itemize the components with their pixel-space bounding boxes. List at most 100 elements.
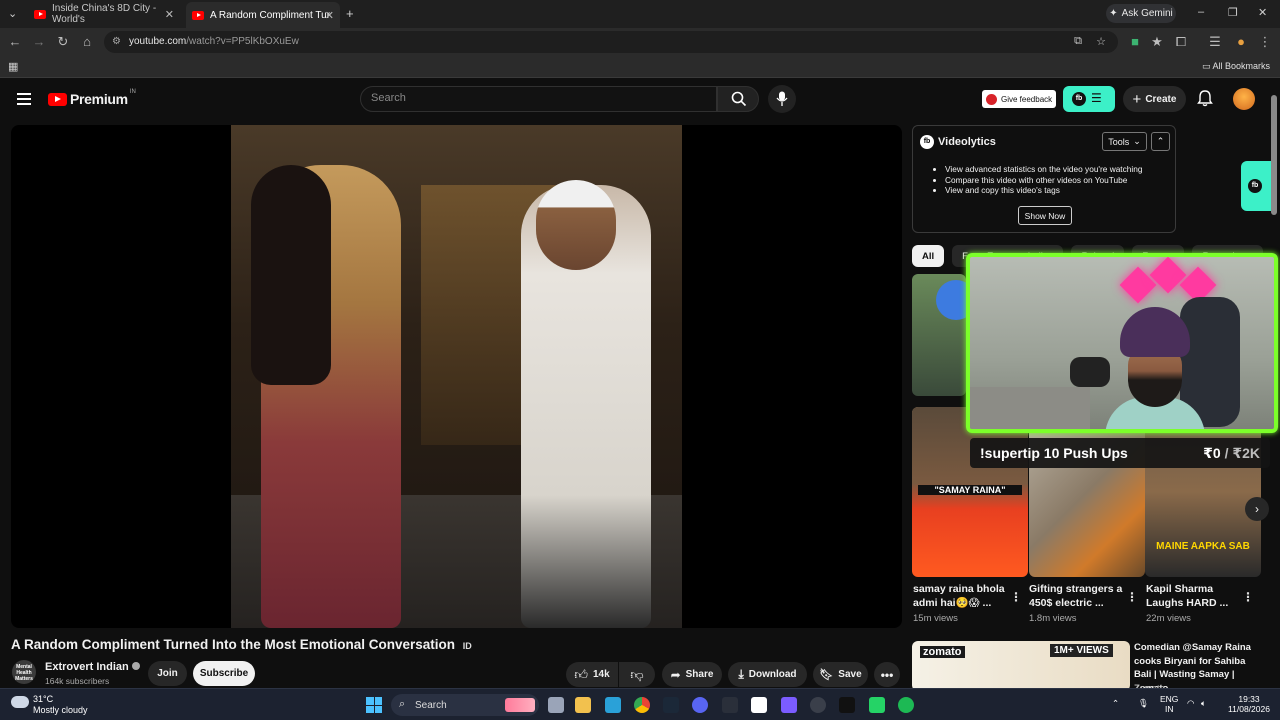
scrollbar-thumb[interactable] <box>1271 95 1277 215</box>
forward-icon[interactable]: → <box>31 35 47 49</box>
ask-gemini-button[interactable]: ✦ Ask Gemini <box>1106 4 1176 23</box>
country-code: IN <box>129 89 136 95</box>
all-bookmarks[interactable]: ▭ All Bookmarks <box>1202 61 1270 72</box>
notepad-icon[interactable] <box>605 697 621 713</box>
feedback-logo-icon <box>986 93 997 105</box>
tab-inside-china[interactable]: Inside China's 8D City - World's ✕ <box>28 3 180 25</box>
apps-grid-icon[interactable]: ▦ <box>8 60 18 73</box>
share-button[interactable]: ➦ Share <box>662 662 722 687</box>
tools-label: Tools <box>1108 136 1130 147</box>
microphone-icon <box>776 91 788 106</box>
title-badge: ID <box>462 641 472 651</box>
close-window-icon[interactable]: ✕ <box>1258 6 1267 19</box>
more-vertical-icon[interactable]: ⋮ <box>1010 590 1022 604</box>
thumbs-down-icon: 👎︎ <box>630 666 644 682</box>
join-button[interactable]: Join <box>148 661 187 686</box>
video-card-meta[interactable]: samay raina bhola admi hai🥺😱 ... 15m vie… <box>913 582 1013 624</box>
page-scrollbar[interactable] <box>1271 85 1277 685</box>
windows-start-icon[interactable] <box>366 697 382 713</box>
menu-icon[interactable] <box>17 93 31 108</box>
new-tab-icon[interactable]: + <box>346 6 354 21</box>
clock[interactable]: 19:33 11/08/2026 <box>1224 694 1274 714</box>
extension-icon[interactable]: ■ <box>1127 35 1143 49</box>
like-button[interactable]: 👍︎ 14k <box>566 662 618 687</box>
share-arrow-icon: ➦ <box>670 667 681 682</box>
reload-icon[interactable]: ↻ <box>55 35 71 49</box>
dislike-button[interactable]: 👎︎ <box>619 662 655 687</box>
spotify-icon[interactable] <box>898 697 914 713</box>
address-bar[interactable]: ⚙ youtube.com/watch?v=PP5lKbOXuEw ⧉ ☆ <box>104 31 1118 53</box>
profile-icon[interactable]: ● <box>1233 35 1249 49</box>
browser-tabstrip: ⌄ Inside China's 8D City - World's ✕ A R… <box>0 0 1280 28</box>
notifications-bell-icon[interactable] <box>1197 90 1213 112</box>
vidiq-side-tab[interactable]: fb <box>1241 161 1271 211</box>
steam-icon[interactable] <box>663 697 679 713</box>
tools-dropdown[interactable]: Tools ⌄ <box>1102 132 1147 151</box>
video-card-title: Kapil Sharma Laughs HARD ... <box>1146 583 1229 609</box>
chrome-icon[interactable] <box>634 697 650 713</box>
tab-search-icon[interactable]: ⌄ <box>8 7 17 20</box>
channel-name-text: Extrovert Indian <box>45 661 129 673</box>
back-icon[interactable]: ← <box>7 35 23 49</box>
channel-name[interactable]: Extrovert Indian <box>45 661 140 673</box>
reading-list-icon[interactable]: ☰ <box>1207 35 1223 49</box>
maximize-icon[interactable]: ❐ <box>1228 6 1238 19</box>
youtube-premium-logo[interactable]: Premium IN <box>48 89 136 107</box>
terminal-icon[interactable] <box>722 697 738 713</box>
create-button[interactable]: + Create <box>1123 86 1186 112</box>
task-view-icon[interactable] <box>548 697 564 713</box>
recommended-thumbnail[interactable] <box>912 274 966 396</box>
close-tab-icon[interactable]: ✕ <box>325 9 334 22</box>
close-tab-icon[interactable]: ✕ <box>165 8 174 21</box>
save-button[interactable]: 🔖︎ Save <box>813 662 868 687</box>
capcut-icon[interactable] <box>751 697 767 713</box>
next-arrow-button[interactable]: › <box>1245 497 1269 521</box>
bookmark-star-icon[interactable]: ☆ <box>1096 35 1106 48</box>
account-avatar[interactable] <box>1233 88 1255 110</box>
subscribe-button[interactable]: Subscribe <box>193 661 255 686</box>
language-indicator[interactable]: ENG IN <box>1160 694 1178 714</box>
voice-search-button[interactable] <box>768 85 796 113</box>
recommended-video-thumbnail[interactable]: zomato 1M+ VIEWS <box>912 641 1130 691</box>
tray-chevron-icon[interactable]: ⌃ <box>1112 698 1119 709</box>
file-explorer-icon[interactable] <box>575 697 591 713</box>
video-player[interactable] <box>11 125 902 628</box>
discord-icon[interactable] <box>692 697 708 713</box>
video-card-meta[interactable]: Gifting strangers a 450$ electric ... 1.… <box>1029 582 1129 624</box>
chrome-menu-icon[interactable]: ⋮ <box>1257 35 1273 49</box>
channel-avatar[interactable]: Mental Health Matters <box>12 660 36 684</box>
youtube-header: Premium IN Give feedback fb ☰ + Create <box>0 79 1280 119</box>
site-info-icon[interactable]: ⚙ <box>112 36 121 47</box>
more-actions-button[interactable]: ••• <box>874 662 900 687</box>
show-now-button[interactable]: Show Now <box>1018 206 1072 225</box>
download-button[interactable]: ⤓ Download <box>728 662 807 687</box>
wifi-icon[interactable]: ◠ <box>1187 698 1194 709</box>
obs-icon[interactable] <box>810 697 826 713</box>
cast-icon[interactable]: ⧉ <box>1074 35 1082 48</box>
minimize-icon[interactable]: – <box>1198 6 1204 18</box>
home-icon[interactable]: ⌂ <box>79 35 95 49</box>
more-vertical-icon[interactable]: ⋮ <box>1126 590 1138 604</box>
music-icon[interactable] <box>839 697 855 713</box>
taskbar-search[interactable]: ⌕ Search <box>391 694 539 716</box>
give-feedback-button[interactable]: Give feedback <box>982 90 1056 108</box>
microphone-icon[interactable]: 🎙︎ <box>1138 698 1149 709</box>
app-grid-icon[interactable] <box>781 697 797 713</box>
search-button[interactable] <box>717 86 759 112</box>
volume-icon[interactable]: 🔈︎ <box>1201 698 1206 709</box>
video-card-meta[interactable]: Kapil Sharma Laughs HARD ... 22m views <box>1146 582 1246 624</box>
video-card-views: 22m views <box>1146 613 1191 624</box>
search-input[interactable] <box>371 92 701 104</box>
chip-all[interactable]: All <box>912 245 945 267</box>
share-label: Share <box>685 669 714 680</box>
more-vertical-icon[interactable]: ⋮ <box>1242 590 1254 604</box>
whatsapp-icon[interactable] <box>869 697 885 713</box>
extension-star-icon[interactable]: ★ <box>1149 35 1165 49</box>
collapse-panel-button[interactable]: ⌃ <box>1151 132 1170 151</box>
like-count: 14k <box>592 669 610 680</box>
vidiq-menu-button[interactable]: fb ☰ <box>1063 86 1115 112</box>
extensions-puzzle-icon[interactable]: ⧠ <box>1173 35 1189 49</box>
feature-item: View advanced statistics on the video yo… <box>945 164 1142 175</box>
tab-random-compliment[interactable]: A Random Compliment Tur ✕ <box>186 2 340 28</box>
feedback-label: Give feedback <box>1001 94 1053 104</box>
